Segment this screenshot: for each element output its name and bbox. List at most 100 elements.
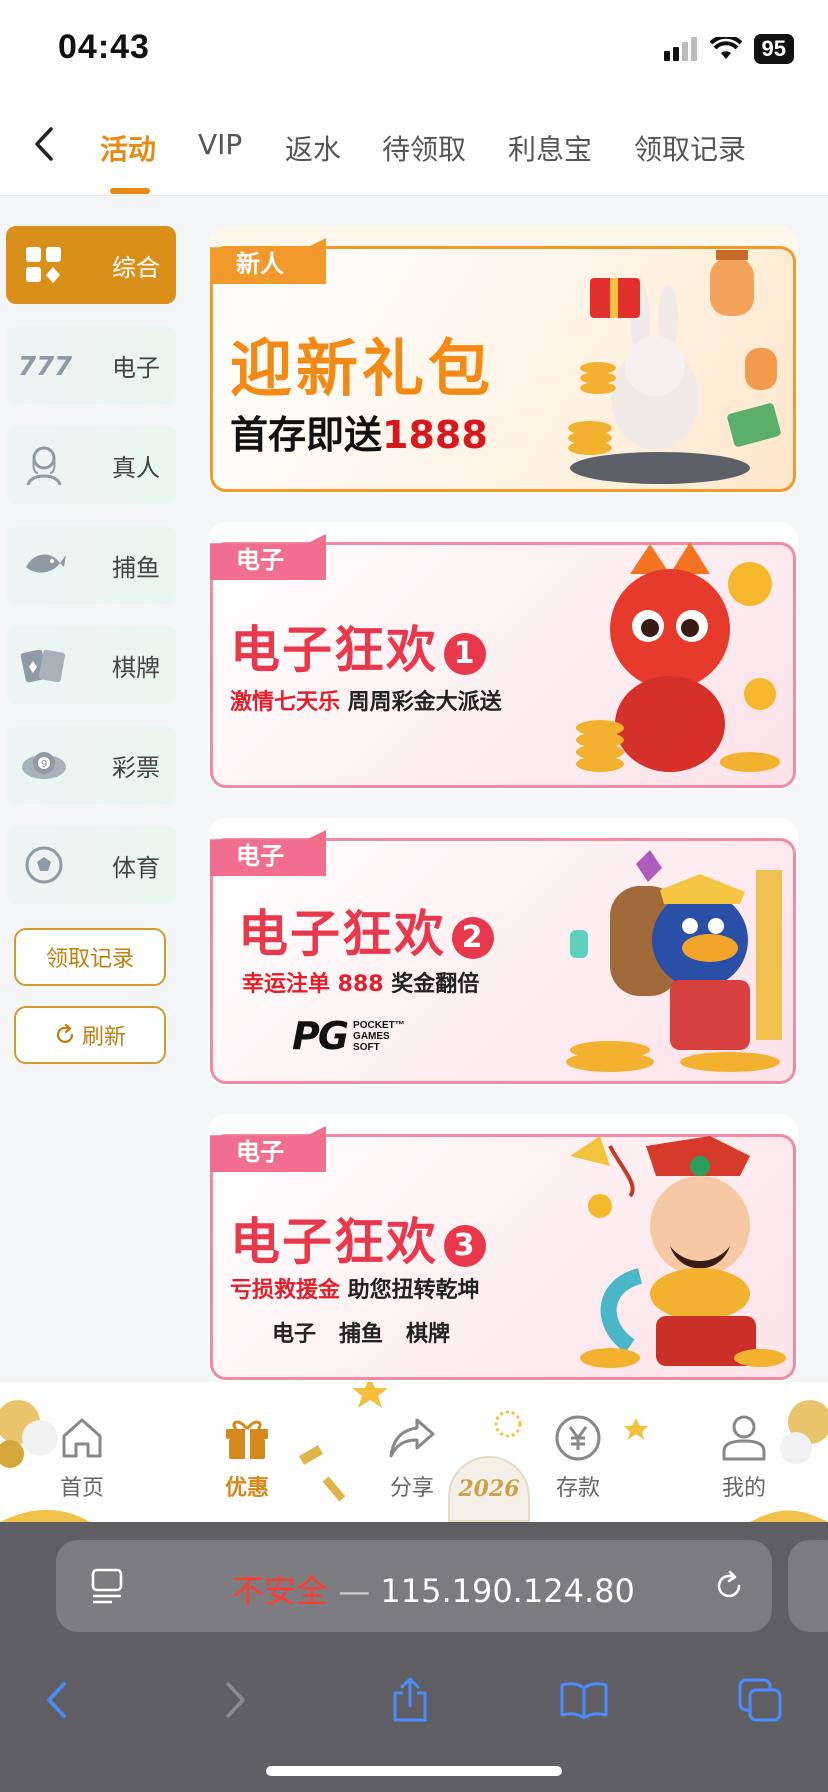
user-icon — [694, 1412, 794, 1464]
active-tab-underline — [110, 188, 150, 194]
banner-subtitle: 激情七天乐 周周彩金大派送 — [230, 684, 502, 716]
chevron-left-icon — [47, 1682, 66, 1718]
rabbit-gift-illustration — [568, 250, 781, 484]
banner-subtitle: 幸运注单 888 奖金翻倍 — [242, 966, 479, 998]
status-time: 04:43 — [58, 28, 150, 66]
chevron-left-icon — [35, 127, 53, 161]
back-button[interactable] — [24, 122, 64, 166]
tab-rebate[interactable]: 返水 — [285, 128, 341, 168]
banner-subtitle-text: 助您扭转乾坤 — [340, 1278, 480, 1303]
pg-soft-logo: PG POCKET™ GAMES SOFT — [292, 1014, 405, 1058]
browser-tabs-button[interactable] — [730, 1670, 790, 1730]
promo-banner-slots-1[interactable]: 电子 电子狂欢 1 激情七天乐 周周彩金大派送 — [208, 522, 798, 790]
pg-logo-line: GAMES — [353, 1030, 390, 1042]
page-menu-icon[interactable] — [90, 1567, 124, 1605]
pg-logo-letters: PG — [292, 1014, 349, 1058]
sidebar-item-label: 电子 — [112, 353, 160, 382]
sidebar-item-slots[interactable]: 777 电子 — [6, 326, 176, 404]
banner-subtitle: 首存即送1888 — [230, 404, 488, 459]
share-icon — [362, 1412, 462, 1464]
soccer-ball-icon — [14, 840, 74, 890]
bottom-tab-label: 我的 — [721, 1476, 766, 1501]
svg-text:777: 777 — [18, 352, 72, 380]
banner-title-text: 电子狂欢 — [238, 905, 446, 963]
banner-number-badge: 3 — [444, 1224, 486, 1267]
banner-subtitle-text: 首存即送 — [230, 413, 383, 457]
banner-title-text: 电子狂欢 — [230, 621, 438, 679]
reload-icon[interactable] — [712, 1569, 746, 1603]
tab-pending[interactable]: 待领取 — [382, 128, 466, 168]
claim-records-label: 领取记录 — [45, 947, 134, 972]
bottom-tab-share[interactable]: 分享 — [362, 1412, 462, 1502]
banner-title: 电子狂欢 2 — [238, 894, 494, 966]
url-address: 115.190.124.80 — [380, 1572, 635, 1610]
sidebar-item-cards[interactable]: 棋牌 — [6, 626, 176, 704]
tabs-icon — [738, 1678, 782, 1722]
promo-banner-slots-3[interactable]: 电子 电子狂欢 3 亏损救援金 助您扭转乾坤 电子 捕鱼 棋牌 — [208, 1114, 798, 1382]
yen-coin-icon — [528, 1412, 628, 1464]
svg-text:9: 9 — [41, 759, 47, 770]
bottom-tab-bar: 首页 优惠 分享 2026 存款 我的 — [0, 1382, 828, 1522]
browser-nav-row — [0, 1660, 828, 1740]
banner-title: 电子狂欢 1 — [230, 610, 486, 682]
sidebar-item-label: 体育 — [112, 853, 160, 882]
red-dragon-illustration — [576, 542, 780, 772]
sidebar-item-fishing[interactable]: 捕鱼 — [6, 526, 176, 604]
bottom-tab-deposit[interactable]: 存款 — [528, 1412, 628, 1502]
sidebar-item-label: 棋牌 — [112, 653, 160, 682]
sidebar-item-lottery[interactable]: 9 彩票 — [6, 726, 176, 804]
browser-toolbar: 不安全 — 115.190.124.80 — [0, 1522, 828, 1792]
refresh-icon — [56, 1024, 74, 1043]
chevron-right-icon — [226, 1682, 245, 1718]
god-of-wealth-illustration — [570, 1136, 786, 1368]
tab-vip[interactable]: VIP — [198, 128, 242, 161]
sidebar-item-sports[interactable]: 体育 — [6, 826, 176, 904]
bottom-tab-label: 优惠 — [224, 1476, 269, 1501]
browser-share-button[interactable] — [380, 1670, 440, 1730]
banner-tag: 电子 — [210, 534, 326, 580]
tab-claim-records[interactable]: 领取记录 — [634, 128, 746, 168]
slot-777-icon: 777 — [14, 340, 74, 390]
pg-logo-text: POCKET™ GAMES SOFT — [353, 1020, 405, 1053]
tab-activity[interactable]: 活动 — [100, 128, 156, 168]
address-bar[interactable]: 不安全 — 115.190.124.80 — [56, 1540, 772, 1632]
tab-interest[interactable]: 利息宝 — [508, 128, 592, 168]
browser-bookmarks-button[interactable] — [554, 1670, 614, 1730]
sidebar-item-label: 综合 — [112, 253, 160, 282]
gift-icon — [197, 1412, 297, 1464]
sidebar-item-all[interactable]: 综合 — [6, 226, 176, 304]
refresh-label: 刷新 — [81, 1025, 126, 1050]
banner-subtitle-amount: 1888 — [382, 413, 488, 457]
banner-tag: 电子 — [210, 830, 326, 876]
refresh-button[interactable]: 刷新 — [14, 1006, 166, 1064]
pg-logo-line: POCKET™ — [353, 1019, 405, 1031]
claim-records-button[interactable]: 领取记录 — [14, 928, 166, 986]
bottom-tab-label: 分享 — [389, 1476, 434, 1501]
next-tab-peek[interactable] — [788, 1540, 828, 1632]
banner-subtitle-highlight: 激情七天乐 — [230, 690, 341, 715]
sidebar-item-live[interactable]: 真人 — [6, 426, 176, 504]
banner-subtitle-text: 周周彩金大派送 — [340, 690, 502, 715]
lottery-ball-icon: 9 — [14, 740, 74, 790]
promo-banner-newcomer[interactable]: 新人 迎新礼包 首存即送1888 — [208, 226, 798, 494]
bottom-tab-home[interactable]: 首页 — [32, 1412, 132, 1502]
banner-subtitle-highlight: 幸运注单 888 — [242, 972, 384, 997]
banner-subtitle-highlight: 亏损救援金 — [230, 1278, 341, 1303]
banner-tag: 电子 — [210, 1126, 326, 1172]
bottom-tab-label: 存款 — [555, 1476, 600, 1501]
banner-categories: 电子 捕鱼 棋牌 — [272, 1322, 450, 1347]
browser-forward-button[interactable] — [206, 1670, 266, 1730]
bottom-tab-label: 首页 — [59, 1476, 104, 1501]
home-indicator — [266, 1766, 562, 1776]
sidebar-item-label: 捕鱼 — [112, 553, 160, 582]
bottom-tab-profile[interactable]: 我的 — [694, 1412, 794, 1502]
promo-banner-slots-2[interactable]: 电子 电子狂欢 2 幸运注单 888 奖金翻倍 PG POCKET™ GAMES … — [208, 818, 798, 1086]
banner-title: 电子狂欢 3 — [230, 1202, 486, 1274]
live-dealer-icon — [14, 440, 74, 490]
bottom-tab-promotions[interactable]: 优惠 — [197, 1412, 297, 1502]
browser-back-button[interactable] — [26, 1670, 86, 1730]
banner-subtitle-text: 奖金翻倍 — [383, 972, 480, 997]
sidebar-item-label: 彩票 — [112, 753, 160, 782]
top-nav: 活动 VIP 返水 待领取 利息宝 领取记录 — [0, 100, 828, 196]
cards-icon — [14, 640, 74, 690]
